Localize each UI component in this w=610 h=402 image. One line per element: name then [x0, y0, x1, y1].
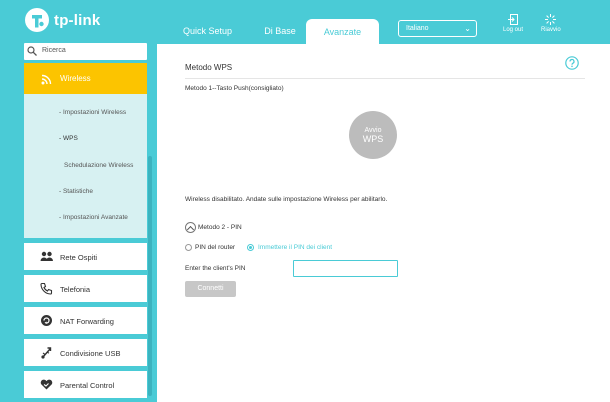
- nat-icon: [41, 315, 52, 326]
- wifi-icon: [41, 74, 52, 85]
- submenu-schedulazione-wireless[interactable]: Schedulazione Wireless: [64, 162, 133, 169]
- heart-icon: [40, 379, 53, 390]
- logo-mark-icon: [25, 8, 49, 32]
- logout-label: Log out: [503, 27, 524, 33]
- reboot-icon: [545, 14, 557, 25]
- title-divider: [185, 78, 585, 79]
- search-input[interactable]: Ricerca: [24, 43, 147, 60]
- sidebar-item-label: NAT Forwarding: [60, 317, 114, 326]
- submenu-impostazioni-wireless[interactable]: - Impostazioni Wireless: [59, 109, 126, 116]
- reboot-button[interactable]: Riavvio: [541, 14, 561, 33]
- radio-client-pin[interactable]: [247, 244, 254, 251]
- tp-link-logo: tp-link: [24, 7, 100, 33]
- wps-button-line2: WPS: [362, 134, 384, 144]
- submenu-wps[interactable]: - WPS: [59, 135, 78, 142]
- method1-label: Metodo 1--Tasto Push(consigliato): [185, 85, 284, 92]
- radio-client-pin-label[interactable]: Immettere il PIN dei client: [258, 244, 332, 251]
- sidebar-scrollbar[interactable]: [148, 156, 152, 396]
- sidebar-item-label: Rete Ospiti: [60, 253, 98, 262]
- client-pin-input[interactable]: [293, 260, 398, 277]
- tab-di-base[interactable]: Di Base: [255, 18, 305, 42]
- logout-icon: [507, 14, 518, 25]
- sidebar-item-label: Telefonia: [60, 285, 91, 294]
- language-value: Italiano: [406, 25, 429, 32]
- radio-router-pin[interactable]: [185, 244, 192, 251]
- sidebar-item-nat-forwarding[interactable]: NAT Forwarding: [24, 307, 147, 334]
- users-icon: [40, 251, 53, 261]
- radio-router-pin-label[interactable]: PIN del router: [195, 244, 235, 251]
- submenu-statistiche[interactable]: - Statistiche: [59, 188, 93, 195]
- connect-button[interactable]: Connetti: [185, 281, 236, 297]
- main-panel: Metodo WPS Metodo 1--Tasto Push(consigli…: [157, 44, 610, 402]
- sidebar-item-condivisione-usb[interactable]: Condivisione USB: [24, 339, 147, 366]
- tab-avanzate[interactable]: Avanzate: [306, 19, 379, 44]
- sidebar-item-rete-ospiti[interactable]: Rete Ospiti: [24, 243, 147, 270]
- phone-icon: [40, 282, 53, 295]
- search-icon: [27, 46, 37, 56]
- client-pin-label: Enter the client's PIN: [185, 265, 246, 272]
- sidebar-item-parental-control[interactable]: Parental Control: [24, 371, 147, 398]
- search-placeholder: Ricerca: [42, 47, 66, 54]
- wireless-submenu: - Impostazioni Wireless - WPS Schedulazi…: [24, 94, 147, 238]
- submenu-impostazioni-avanzate[interactable]: - Impostazioni Avanzate: [59, 214, 128, 221]
- logo-text: tp-link: [54, 11, 101, 29]
- reboot-label: Riavvio: [541, 27, 561, 33]
- page-title: Metodo WPS: [185, 63, 233, 72]
- logout-button[interactable]: Log out: [503, 14, 523, 33]
- usb-icon: [41, 347, 52, 359]
- top-navigation: Quick Setup Di Base: [160, 18, 305, 42]
- sidebar-item-wireless[interactable]: Wireless: [24, 63, 147, 94]
- tab-quick-setup[interactable]: Quick Setup: [160, 18, 255, 42]
- sidebar-item-label: Parental Control: [60, 381, 115, 390]
- language-select[interactable]: Italiano ⌄: [398, 20, 477, 37]
- help-icon[interactable]: [565, 56, 579, 70]
- sidebar-item-telefonia[interactable]: Telefonia: [24, 275, 147, 302]
- wireless-disabled-warning: Wireless disabilitato. Andate sulle impo…: [185, 196, 388, 203]
- method2-label: Metodo 2 - PIN: [198, 224, 242, 231]
- wps-start-button[interactable]: Avvio WPS: [349, 111, 397, 159]
- sidebar-item-label: Condivisione USB: [60, 349, 121, 358]
- chevron-up-icon: [185, 222, 196, 233]
- chevron-down-icon: ⌄: [464, 24, 471, 33]
- sidebar-item-label: Wireless: [60, 74, 91, 83]
